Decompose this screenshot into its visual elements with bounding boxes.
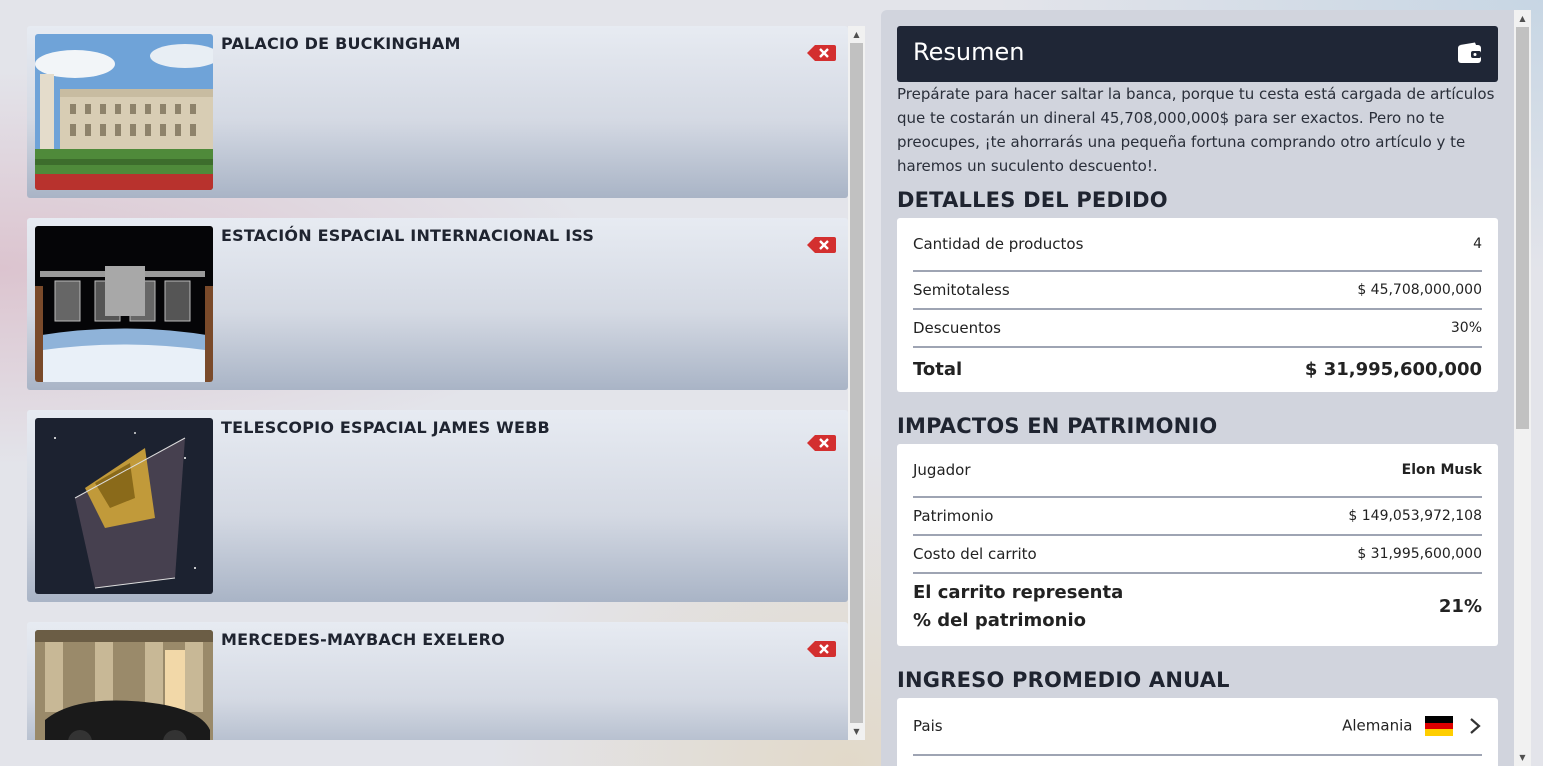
table-row: Jugador Elon Musk <box>913 444 1482 498</box>
cart-item: TELESCOPIO ESPACIAL JAMES WEBB <box>27 410 848 602</box>
table-row: Patrimonio $ 149,053,972,108 <box>913 498 1482 536</box>
remove-x-icon[interactable] <box>807 236 836 254</box>
scrollbar-thumb[interactable] <box>1516 27 1529 429</box>
ratio-label-line1: El carrito representa <box>913 582 1124 603</box>
cart-item: PALACIO DE BUCKINGHAM <box>27 26 848 198</box>
table-row: Semitotaless $ 45,708,000,000 <box>913 272 1482 310</box>
row-label: Semitotaless <box>913 281 1010 299</box>
order-details-title: DETALLES DEL PEDIDO <box>897 188 1168 212</box>
row-label: Pais <box>913 717 943 735</box>
cart-item-title: TELESCOPIO ESPACIAL JAMES WEBB <box>221 418 550 437</box>
germany-flag-icon <box>1425 716 1454 736</box>
wealth-impact-table: Jugador Elon Musk Patrimonio $ 149,053,9… <box>897 444 1498 646</box>
remove-x-icon[interactable] <box>807 434 836 452</box>
buckingham-palace-photo <box>35 34 213 190</box>
table-row: Pais Alemania <box>913 698 1482 756</box>
annual-income-table: Pais Alemania <box>897 698 1498 766</box>
annual-income-title: INGRESO PROMEDIO ANUAL <box>897 668 1230 692</box>
scroll-up-arrow-icon[interactable]: ▲ <box>848 26 865 43</box>
chevron-right-icon[interactable] <box>1468 716 1482 736</box>
row-value: 30% <box>1450 320 1482 336</box>
wealth-impact-title: IMPACTOS EN PATRIMONIO <box>897 414 1218 438</box>
row-value: 4 <box>1473 236 1482 252</box>
remove-x-icon[interactable] <box>807 44 836 62</box>
james-webb-photo <box>35 418 213 594</box>
table-row-ratio: El carrito representa % del patrimonio 2… <box>913 574 1482 640</box>
cart-item: ESTACIÓN ESPACIAL INTERNACIONAL ISS <box>27 218 848 390</box>
summary-header: Resumen <box>897 26 1498 82</box>
scroll-down-arrow-icon[interactable]: ▼ <box>1514 749 1531 766</box>
scroll-down-arrow-icon[interactable]: ▼ <box>848 723 865 740</box>
order-details-table: Cantidad de productos 4 Semitotaless $ 4… <box>897 218 1498 392</box>
cart-item: MERCEDES-MAYBACH EXELERO <box>27 622 848 740</box>
scrollbar-thumb[interactable] <box>850 43 863 723</box>
row-label: Descuentos <box>913 319 1001 337</box>
row-label: Jugador <box>913 461 971 479</box>
ratio-value: 21% <box>1438 596 1482 617</box>
row-value: $ 45,708,000,000 <box>1357 282 1482 298</box>
remove-x-icon[interactable] <box>807 640 836 658</box>
row-value: Elon Musk <box>1401 462 1482 478</box>
table-row: Descuentos 30% <box>913 310 1482 348</box>
row-value: $ 149,053,972,108 <box>1348 508 1482 524</box>
table-row-total: Total $ 31,995,600,000 <box>913 348 1482 390</box>
row-label: Cantidad de productos <box>913 235 1084 253</box>
summary-scrollbar[interactable]: ▲ ▼ <box>1514 10 1531 766</box>
cart-items-list[interactable]: PALACIO DE BUCKINGHAM ESTACIÓN ESPACIAL … <box>27 26 865 740</box>
iss-photo <box>35 226 213 382</box>
row-label: Patrimonio <box>913 507 994 525</box>
table-row: Cantidad de productos 4 <box>913 218 1482 272</box>
cart-item-title: MERCEDES-MAYBACH EXELERO <box>221 630 505 649</box>
maybach-exelero-photo <box>35 630 213 740</box>
table-row: Costo del carrito $ 31,995,600,000 <box>913 536 1482 574</box>
row-label: Costo del carrito <box>913 545 1037 563</box>
summary-title: Resumen <box>913 38 1025 66</box>
summary-text: Prepárate para hacer saltar la banca, po… <box>897 85 1495 175</box>
wallet-icon <box>1458 42 1481 63</box>
country-selector[interactable]: Alemania <box>1342 716 1482 736</box>
cart-scrollbar[interactable]: ▲ ▼ <box>848 26 865 740</box>
total-label: Total <box>913 358 963 380</box>
row-value: $ 31,995,600,000 <box>1357 546 1482 562</box>
total-value: $ 31,995,600,000 <box>1304 358 1482 380</box>
ratio-label: El carrito representa % del patrimonio <box>913 579 1123 635</box>
cart-item-title: ESTACIÓN ESPACIAL INTERNACIONAL ISS <box>221 226 595 245</box>
cart-item-title: PALACIO DE BUCKINGHAM <box>221 34 461 53</box>
scroll-up-arrow-icon[interactable]: ▲ <box>1514 10 1531 27</box>
summary-panel: Resumen Prepárate para hacer saltar la b… <box>881 10 1514 766</box>
ratio-label-line2: % del patrimonio <box>913 610 1086 631</box>
country-value: Alemania <box>1342 716 1413 735</box>
